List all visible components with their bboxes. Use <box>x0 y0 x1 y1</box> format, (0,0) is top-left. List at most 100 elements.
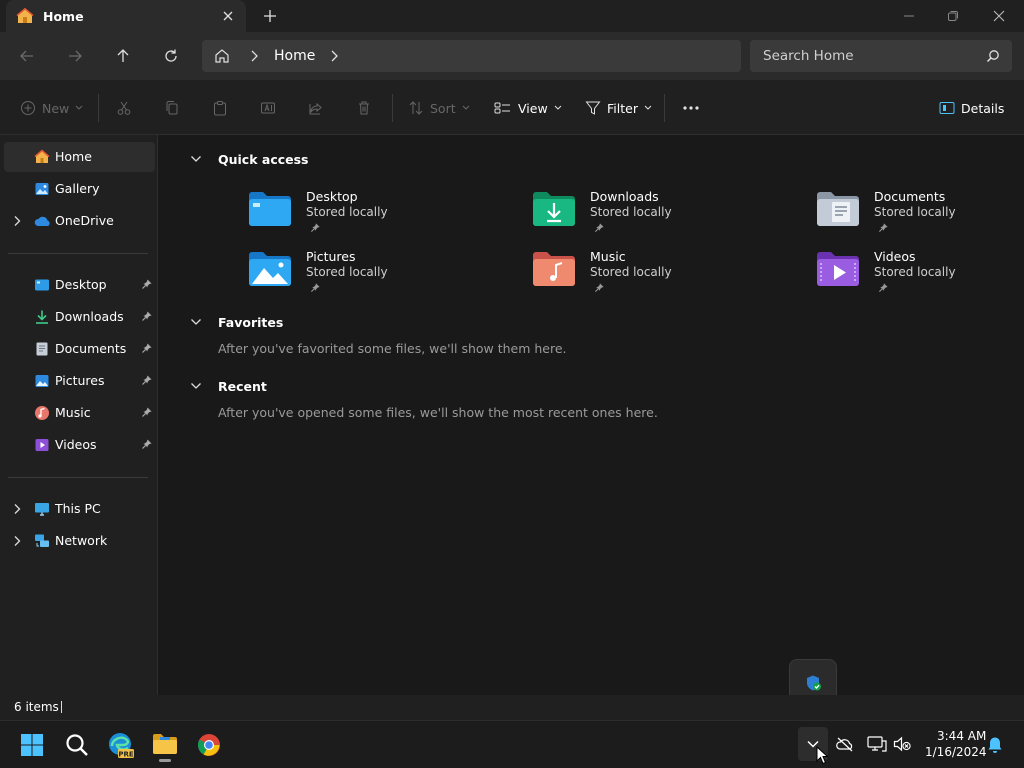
cut-button[interactable] <box>116 97 132 119</box>
qa-item-status: Stored locally <box>874 205 956 219</box>
onedrive-offline-icon[interactable] <box>836 736 854 752</box>
home-icon[interactable] <box>214 48 230 64</box>
sidebar-item-onedrive[interactable]: OneDrive <box>4 206 155 236</box>
qa-item-status: Stored locally <box>306 205 388 219</box>
divider <box>98 94 99 122</box>
pin-icon[interactable] <box>141 438 153 450</box>
tab-home[interactable]: Home <box>6 0 246 32</box>
quick-access-item-music[interactable]: Music Stored locally <box>524 244 784 298</box>
new-button[interactable]: New <box>20 97 83 119</box>
volume-muted-icon[interactable] <box>893 736 911 752</box>
up-button[interactable] <box>109 42 137 70</box>
start-button[interactable] <box>15 728 49 762</box>
restore-button[interactable] <box>930 0 976 32</box>
chevron-down-icon[interactable] <box>190 380 202 392</box>
sidebar-item-label: OneDrive <box>55 213 114 228</box>
close-window-button[interactable] <box>976 0 1022 32</box>
sidebar-item-documents[interactable]: Documents <box>4 334 155 364</box>
address-bar[interactable]: Home <box>202 40 741 72</box>
search-input[interactable]: Search Home <box>750 40 1012 72</box>
taskbar-edge-beta[interactable]: PRE <box>104 728 138 762</box>
view-label: View <box>518 100 548 116</box>
sidebar-item-gallery[interactable]: Gallery <box>4 174 155 204</box>
favorites-header[interactable]: Favorites <box>218 315 283 330</box>
chevron-right-icon[interactable] <box>12 535 22 547</box>
view-button[interactable]: View <box>494 97 562 119</box>
sidebar-item-label: Documents <box>55 341 127 356</box>
qa-item-status: Stored locally <box>874 265 956 279</box>
sidebar-item-downloads[interactable]: Downloads <box>4 302 155 332</box>
clock-time[interactable]: 3:44 AM <box>937 729 986 743</box>
breadcrumb-home[interactable]: Home <box>274 48 315 64</box>
chevron-down-icon <box>644 105 652 111</box>
taskbar-file-explorer[interactable] <box>148 728 182 762</box>
quick-access-item-downloads[interactable]: Downloads Stored locally <box>524 184 784 238</box>
pin-icon <box>310 222 321 233</box>
sidebar-item-network[interactable]: Network <box>4 526 155 556</box>
videos-icon <box>34 437 50 453</box>
sidebar-item-music[interactable]: Music <box>4 398 155 428</box>
sidebar-item-this-pc[interactable]: This PC <box>4 494 155 524</box>
sidebar-item-videos[interactable]: Videos <box>4 430 155 460</box>
network-status-icon[interactable] <box>867 735 887 753</box>
refresh-button[interactable] <box>157 42 185 70</box>
qa-item-name: Downloads <box>590 189 659 204</box>
pin-icon[interactable] <box>141 310 153 322</box>
sidebar-item-label: Network <box>55 533 108 548</box>
filter-button[interactable]: Filter <box>585 97 652 119</box>
sidebar-item-home[interactable]: Home <box>4 142 155 172</box>
recent-header[interactable]: Recent <box>218 379 267 394</box>
sort-button[interactable]: Sort <box>408 97 470 119</box>
pin-icon[interactable] <box>141 406 153 418</box>
pin-icon[interactable] <box>141 342 153 354</box>
text-cursor <box>61 701 62 713</box>
sidebar-item-pictures[interactable]: Pictures <box>4 366 155 396</box>
tab-title: Home <box>43 9 84 24</box>
item-count: 6 items <box>14 700 59 714</box>
chevron-down-icon[interactable] <box>190 153 202 165</box>
quick-access-item-pictures[interactable]: Pictures Stored locally <box>240 244 500 298</box>
recent-empty-message: After you've opened some files, we'll sh… <box>218 405 658 420</box>
mouse-cursor-icon <box>816 746 828 765</box>
search-placeholder: Search Home <box>763 48 854 64</box>
svg-text:PRE: PRE <box>118 751 134 759</box>
notification-bell-icon[interactable] <box>987 736 1003 754</box>
chevron-right-icon[interactable] <box>12 215 22 227</box>
more-options-button[interactable] <box>682 97 700 119</box>
close-tab-icon[interactable] <box>220 8 236 24</box>
quick-access-item-videos[interactable]: Videos Stored locally <box>808 244 1008 298</box>
copy-button[interactable] <box>164 97 180 119</box>
clock-date[interactable]: 1/16/2024 <box>925 745 987 759</box>
quick-access-item-documents[interactable]: Documents Stored locally <box>808 184 1008 238</box>
pin-icon[interactable] <box>141 278 153 290</box>
minimize-button[interactable] <box>886 0 932 32</box>
share-button[interactable] <box>308 97 324 119</box>
quick-access-header[interactable]: Quick access <box>218 152 309 167</box>
sort-label: Sort <box>430 100 456 116</box>
desktop-folder-icon <box>34 277 50 293</box>
quick-access-item-desktop[interactable]: Desktop Stored locally <box>240 184 500 238</box>
desktop-folder-icon <box>248 190 292 228</box>
taskbar-search-button[interactable] <box>60 728 94 762</box>
taskbar-chrome[interactable] <box>192 728 226 762</box>
trash-icon <box>356 100 372 116</box>
favorites-empty-message: After you've favorited some files, we'll… <box>218 341 567 356</box>
pin-icon[interactable] <box>141 374 153 386</box>
add-icon <box>20 100 36 116</box>
chevron-down-icon[interactable] <box>190 316 202 328</box>
chevron-right-icon[interactable] <box>12 503 22 515</box>
back-button[interactable] <box>13 42 41 70</box>
rename-button[interactable] <box>260 97 276 119</box>
forward-button[interactable] <box>61 42 89 70</box>
new-tab-icon[interactable] <box>262 8 278 24</box>
chevron-right-icon[interactable] <box>328 49 340 63</box>
home-icon <box>34 149 50 165</box>
qa-item-status: Stored locally <box>590 205 672 219</box>
search-icon[interactable] <box>986 49 1000 63</box>
details-button[interactable]: Details <box>939 97 1004 119</box>
delete-button[interactable] <box>356 97 372 119</box>
paste-button[interactable] <box>212 97 228 119</box>
sidebar-item-desktop[interactable]: Desktop <box>4 270 155 300</box>
chevron-right-icon[interactable] <box>248 49 260 63</box>
sort-icon <box>408 100 424 116</box>
